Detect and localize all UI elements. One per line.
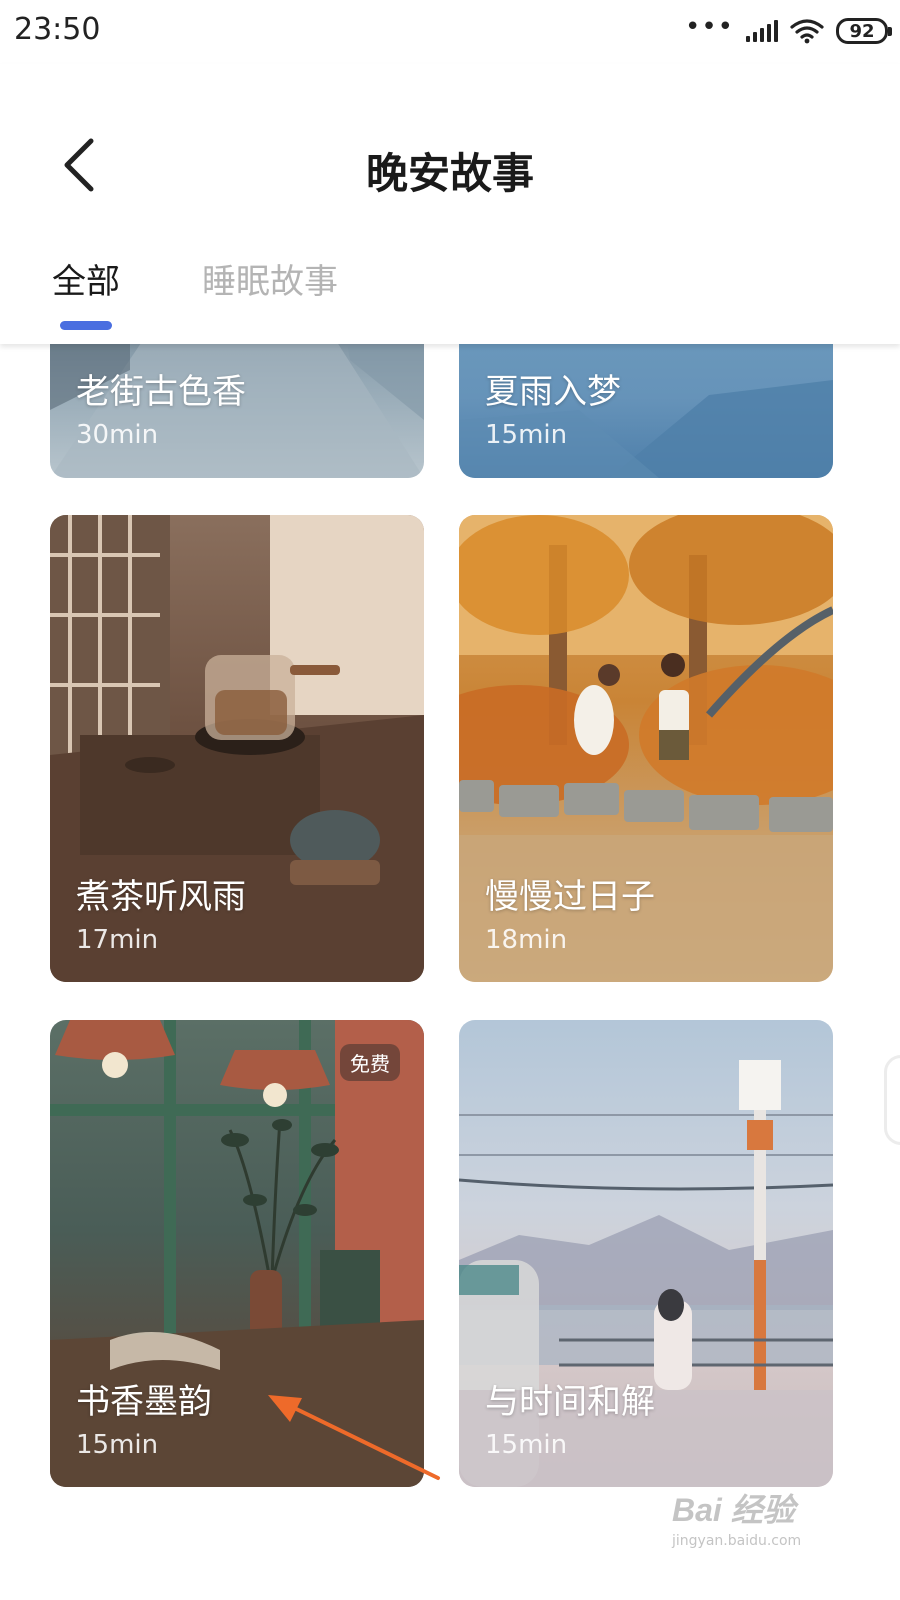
status-icons: ••• 92 bbox=[684, 12, 892, 48]
status-bar: 23:50 ••• 92 bbox=[0, 0, 900, 64]
active-tab-indicator bbox=[60, 321, 112, 330]
header: 晚安故事 全部 睡眠故事 bbox=[0, 64, 900, 344]
story-duration: 15min bbox=[485, 1430, 568, 1460]
signal-icon bbox=[746, 20, 778, 42]
watermark-url: jingyan.baidu.com bbox=[672, 1533, 802, 1549]
story-duration: 17min bbox=[76, 925, 159, 955]
watermark-brand: Bai 经验 bbox=[672, 1492, 795, 1528]
wifi-icon bbox=[790, 19, 824, 44]
page-title: 晚安故事 bbox=[365, 149, 534, 198]
story-title: 慢慢过日子 bbox=[485, 877, 655, 917]
story-card-shu-xiang-mo-yun[interactable]: 免费 书香墨韵 15min bbox=[50, 1020, 424, 1487]
tab-all[interactable]: 全部 bbox=[52, 254, 120, 303]
story-card-man-man-guo-ri-zi[interactable]: 慢慢过日子 18min bbox=[459, 515, 833, 982]
status-time: 23:50 bbox=[14, 12, 101, 47]
tab-sleep-stories[interactable]: 睡眠故事 bbox=[202, 254, 338, 303]
story-title: 书香墨韵 bbox=[76, 1382, 212, 1422]
story-title: 夏雨入梦 bbox=[485, 372, 621, 412]
story-duration: 18min bbox=[485, 925, 568, 955]
edge-scroll-handle[interactable] bbox=[884, 1055, 900, 1145]
free-badge: 免费 bbox=[340, 1044, 400, 1081]
story-title: 老街古色香 bbox=[76, 372, 246, 412]
story-card-zhu-cha-ting-feng-yu[interactable]: 煮茶听风雨 17min bbox=[50, 515, 424, 982]
more-dots-icon: ••• bbox=[684, 12, 734, 42]
baidu-jingyan-watermark: Bai 经验 jingyan.baidu.com bbox=[672, 1485, 842, 1555]
battery-icon: 92 bbox=[836, 18, 892, 44]
story-title: 与时间和解 bbox=[485, 1382, 655, 1422]
story-title: 煮茶听风雨 bbox=[76, 877, 246, 917]
story-duration: 15min bbox=[76, 1430, 159, 1460]
story-card-yu-shi-jian-he-jie[interactable]: 与时间和解 15min bbox=[459, 1020, 833, 1487]
story-duration: 30min bbox=[76, 420, 159, 450]
story-duration: 15min bbox=[485, 420, 568, 450]
